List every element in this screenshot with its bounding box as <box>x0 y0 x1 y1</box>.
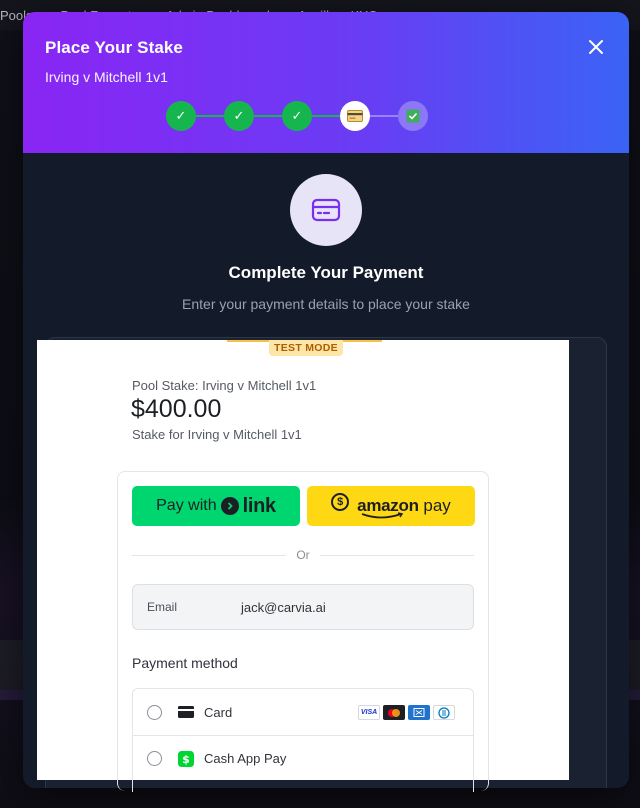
credit-card-icon <box>311 198 341 222</box>
link-arrow-icon <box>220 497 239 515</box>
amazon-pay-button[interactable]: $ amazon pay <box>307 486 475 526</box>
svg-text:$: $ <box>182 753 190 766</box>
link-brand: link <box>242 494 277 517</box>
or-label: Or <box>296 548 310 562</box>
test-mode-badge: TEST MODE <box>269 340 343 356</box>
link-button-prefix: Pay with <box>156 497 217 514</box>
modal-subtitle: Irving v Mitchell 1v1 <box>45 69 168 85</box>
modal-header: Place Your Stake Irving v Mitchell 1v1 ✓… <box>23 12 629 153</box>
email-label: Email <box>147 600 178 614</box>
payment-method-title: Payment method <box>132 655 238 671</box>
card-label: Card <box>204 704 233 720</box>
step-connector <box>370 115 398 117</box>
step-3: ✓ <box>282 101 312 131</box>
email-field[interactable]: Email jack@carvia.ai <box>132 584 474 630</box>
check-icon: ✓ <box>175 108 187 123</box>
amazon-coin-icon: $ <box>331 493 350 511</box>
product-name: Pool Stake: Irving v Mitchell 1v1 <box>132 378 317 393</box>
checkout-embed: TEST MODE Pool Stake: Irving v Mitchell … <box>37 340 569 792</box>
step-connector <box>254 115 282 117</box>
amex-icon <box>408 705 430 720</box>
modal-title: Place Your Stake <box>45 38 183 57</box>
cash-app-icon: $ <box>178 750 194 767</box>
cash-app-radio[interactable] <box>147 751 162 766</box>
checkbox-icon <box>406 109 420 123</box>
email-value[interactable]: jack@carvia.ai <box>241 600 326 615</box>
amazon-pay-logo: amazon pay <box>357 496 451 519</box>
amazon-pay-word: pay <box>418 496 451 515</box>
close-icon <box>589 40 603 54</box>
amazon-smile-icon <box>361 512 404 519</box>
visa-icon: VISA <box>358 705 380 720</box>
payment-method-cash-app[interactable]: $ Cash App Pay <box>133 735 473 781</box>
pay-with-link-button[interactable]: Pay with link <box>132 486 300 526</box>
payment-method-card[interactable]: Card VISA <box>133 689 473 735</box>
card-icon <box>178 706 194 718</box>
payment-hero-icon <box>290 174 362 246</box>
mastercard-icon <box>383 705 405 720</box>
step-1: ✓ <box>166 101 196 131</box>
payment-method-list: Card VISA $ Cash App Pay <box>132 688 474 792</box>
card-brand-logos: VISA <box>358 705 455 720</box>
check-icon: ✓ <box>233 108 245 123</box>
product-description: Stake for Irving v Mitchell 1v1 <box>132 427 302 442</box>
or-divider: Or <box>132 547 474 563</box>
payment-form: Pay with link $ amazon pay Or Email jack… <box>117 471 489 792</box>
check-icon: ✓ <box>291 108 303 123</box>
step-connector <box>196 115 224 117</box>
price-amount: $400.00 <box>131 395 222 423</box>
step-4-payment <box>340 101 370 131</box>
credit-card-icon <box>347 110 363 122</box>
progress-stepper: ✓ ✓ ✓ <box>166 101 428 131</box>
step-5-confirm <box>398 101 428 131</box>
cash-app-label: Cash App Pay <box>204 751 287 766</box>
diners-club-icon <box>433 705 455 720</box>
payment-description: Enter your payment details to place your… <box>182 296 470 312</box>
step-connector <box>312 115 340 117</box>
payment-heading: Complete Your Payment <box>228 263 424 282</box>
close-button[interactable] <box>585 36 607 58</box>
step-2: ✓ <box>224 101 254 131</box>
card-radio[interactable] <box>147 704 162 720</box>
